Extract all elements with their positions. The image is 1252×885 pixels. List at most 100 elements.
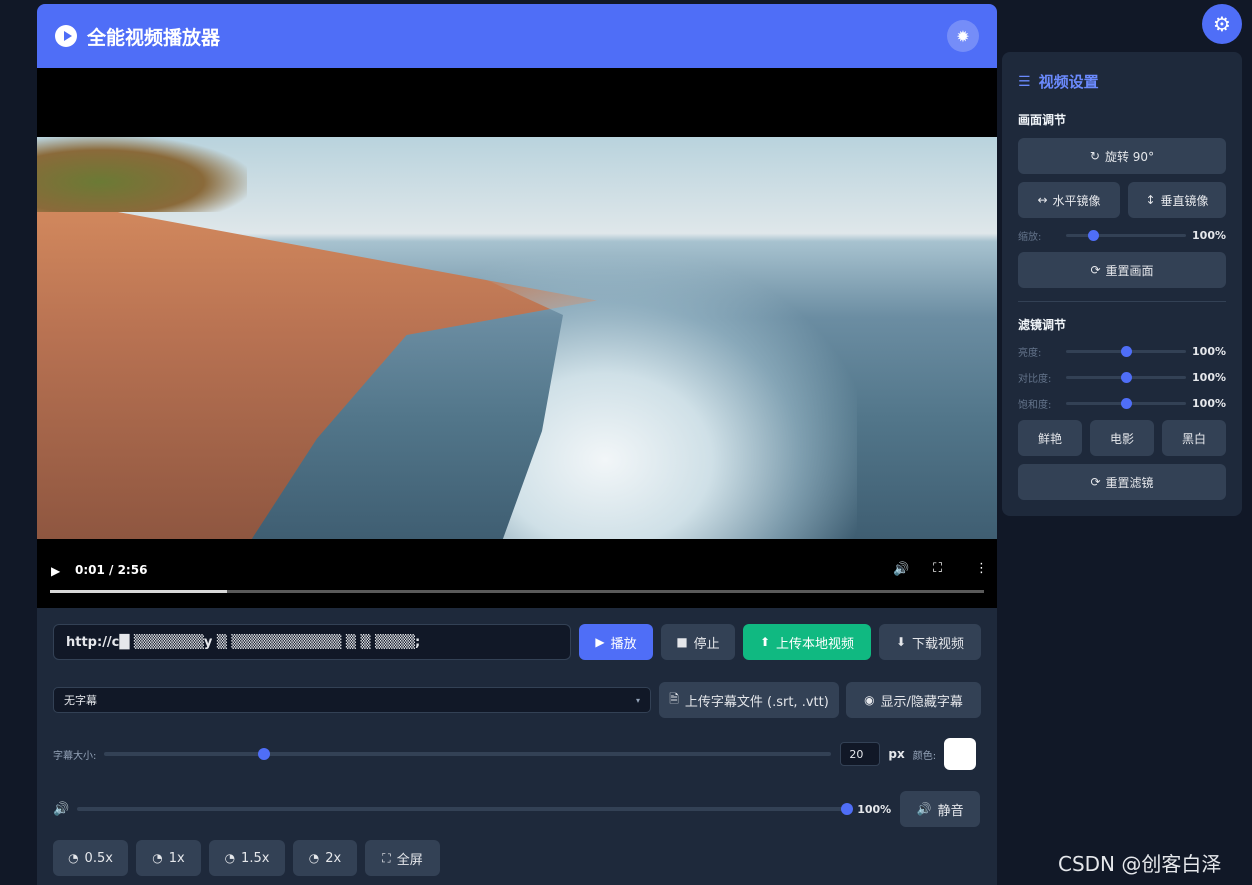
speed-0-5x-button[interactable]: ◔ 0.5x bbox=[53, 840, 128, 876]
stop-button[interactable]: ■ 停止 bbox=[661, 624, 735, 660]
arrows-horizontal-icon: ↔ bbox=[1037, 193, 1048, 207]
video-scene-trees bbox=[37, 137, 247, 212]
speed-1-5x-button[interactable]: ◔ 1.5x bbox=[209, 840, 285, 876]
subtitle-size-thumb[interactable] bbox=[258, 748, 271, 760]
flip-vertical-button[interactable]: ↕ 垂直镜像 bbox=[1128, 182, 1226, 218]
url-input[interactable]: http://c█ ▒▒▒▒▒▒▒y ▒ ▒▒▒▒▒▒▒▒▒▒▒ ▒ ▒ ▒▒▒… bbox=[53, 624, 571, 660]
rotate-icon: ↻ bbox=[1089, 149, 1100, 163]
refresh-icon: ⟳ bbox=[1090, 263, 1101, 277]
panel-title: ☰ 视频设置 bbox=[1018, 73, 1099, 91]
video-more-icon[interactable]: ⋮ bbox=[975, 561, 988, 576]
contrast-label: 对比度: bbox=[1018, 373, 1052, 385]
subtitle-select[interactable]: 无字幕 ▾ bbox=[53, 687, 651, 713]
subtitle-size-input[interactable]: 20 bbox=[840, 742, 881, 766]
preset-vivid-button[interactable]: 鲜艳 bbox=[1018, 420, 1082, 456]
contrast-row: 对比度: 100% bbox=[1018, 370, 1226, 385]
zoom-label: 缩放: bbox=[1018, 231, 1042, 243]
subtitle-size-row: 字幕大小: 20 px 颜色: bbox=[53, 738, 981, 770]
video-fullscreen-icon[interactable]: ⛶ bbox=[933, 561, 942, 576]
saturation-value: 100% bbox=[1192, 396, 1226, 410]
eye-slash-icon: ◉ bbox=[864, 693, 875, 707]
zoom-row: 缩放: 100% bbox=[1018, 228, 1226, 243]
settings-toggle-button[interactable]: ⚙ bbox=[1202, 4, 1242, 44]
file-upload-icon: 🗎 bbox=[669, 691, 679, 706]
subtitle-color-label: 颜色: bbox=[912, 750, 937, 762]
player-card: 全能视频播放器 ✹ ▶ 0:01 / 2:56 🔊 ⛶ ⋮ http://c█ … bbox=[37, 4, 997, 885]
filter-section-title: 滤镜调节 bbox=[1018, 318, 1067, 332]
contrast-slider[interactable] bbox=[1066, 371, 1186, 383]
video-time: 0:01 / 2:56 bbox=[75, 563, 148, 577]
toggle-subtitle-button[interactable]: ◉ 显示/隐藏字幕 bbox=[846, 682, 981, 718]
volume-thumb[interactable] bbox=[841, 803, 854, 815]
brightness-row: 亮度: 100% bbox=[1018, 344, 1226, 359]
app-title: 全能视频播放器 bbox=[87, 26, 221, 49]
theme-toggle-button[interactable]: ✹ bbox=[947, 20, 979, 52]
gauge-icon: ◔ bbox=[68, 851, 79, 865]
video-progress-bar[interactable] bbox=[50, 590, 984, 593]
url-row: http://c█ ▒▒▒▒▒▒▒y ▒ ▒▒▒▒▒▒▒▒▒▒▒ ▒ ▒ ▒▒▒… bbox=[53, 624, 981, 660]
reset-picture-button[interactable]: ⟳ 重置画面 bbox=[1018, 252, 1226, 288]
brightness-label: 亮度: bbox=[1018, 347, 1042, 359]
watermark: CSDN @创客白泽 bbox=[1058, 852, 1222, 876]
contrast-thumb[interactable] bbox=[1120, 371, 1132, 383]
zoom-thumb[interactable] bbox=[1088, 229, 1100, 241]
subtitle-color-picker[interactable] bbox=[944, 738, 977, 770]
brightness-thumb[interactable] bbox=[1120, 345, 1132, 357]
download-video-button[interactable]: ⬇ 下载视频 bbox=[879, 624, 981, 660]
play-circle-icon bbox=[55, 25, 77, 47]
gauge-icon: ◔ bbox=[224, 851, 236, 865]
video-volume-icon[interactable]: 🔊 bbox=[893, 562, 909, 577]
saturation-thumb[interactable] bbox=[1120, 397, 1132, 409]
header: 全能视频播放器 ✹ bbox=[37, 4, 997, 68]
video-play-icon[interactable]: ▶ bbox=[51, 564, 60, 578]
upload-subtitle-button[interactable]: 🗎 上传字幕文件 (.srt, .vtt) bbox=[659, 682, 839, 718]
arrows-vertical-icon: ↕ bbox=[1145, 193, 1156, 207]
zoom-slider[interactable] bbox=[1066, 229, 1186, 241]
sliders-icon: ☰ bbox=[1018, 73, 1031, 90]
chevron-down-icon: ▾ bbox=[635, 695, 640, 705]
stop-icon: ■ bbox=[676, 635, 688, 649]
play-button[interactable]: ▶ 播放 bbox=[579, 624, 653, 660]
contrast-value: 100% bbox=[1192, 370, 1226, 384]
zoom-value: 100% bbox=[1192, 228, 1226, 242]
refresh-icon: ⟳ bbox=[1090, 475, 1101, 489]
subtitle-size-label: 字幕大小: bbox=[53, 750, 97, 762]
gauge-icon: ◔ bbox=[152, 851, 163, 865]
subtitle-row: 无字幕 ▾ 🗎 上传字幕文件 (.srt, .vtt) ◉ 显示/隐藏字幕 bbox=[53, 682, 981, 718]
panel-divider bbox=[1018, 301, 1226, 302]
volume-icon: 🔊 bbox=[916, 802, 932, 816]
video-frame bbox=[37, 137, 997, 539]
brightness-slider[interactable] bbox=[1066, 345, 1186, 357]
video-progress-fill bbox=[50, 590, 228, 593]
speed-1x-button[interactable]: ◔ 1x bbox=[136, 840, 201, 876]
settings-panel: ☰ 视频设置 画面调节 ↻ 旋转 90° ↔ 水平镜像 ↕ 垂直镜像 缩放: 100%… bbox=[1002, 52, 1242, 516]
speed-2x-button[interactable]: ◔ 2x bbox=[293, 840, 357, 876]
saturation-slider[interactable] bbox=[1066, 397, 1186, 409]
volume-slider[interactable] bbox=[77, 803, 854, 815]
preset-cinema-button[interactable]: 电影 bbox=[1090, 420, 1154, 456]
rotate-button[interactable]: ↻ 旋转 90° bbox=[1018, 138, 1226, 174]
gauge-icon: ◔ bbox=[308, 851, 320, 865]
play-icon: ▶ bbox=[595, 635, 605, 649]
download-icon: ⬇ bbox=[895, 635, 907, 649]
speed-row: ◔ 0.5x ◔ 1x ◔ 1.5x ◔ 2x ⛶ 全屏 bbox=[53, 840, 440, 876]
brightness-value: 100% bbox=[1192, 344, 1226, 358]
upload-icon: ⬆ bbox=[759, 635, 771, 649]
upload-local-video-button[interactable]: ⬆ 上传本地视频 bbox=[743, 624, 871, 660]
reset-filter-button[interactable]: ⟳ 重置滤镜 bbox=[1018, 464, 1226, 500]
saturation-row: 饱和度: 100% bbox=[1018, 396, 1226, 411]
volume-row: 🔊 100% 🔊 静音 bbox=[53, 791, 981, 827]
fullscreen-button[interactable]: ⛶ 全屏 bbox=[365, 840, 440, 876]
preset-grayscale-button[interactable]: 黑白 bbox=[1162, 420, 1226, 456]
volume-value: 100% bbox=[857, 802, 892, 816]
saturation-label: 饱和度: bbox=[1018, 399, 1052, 411]
flip-horizontal-button[interactable]: ↔ 水平镜像 bbox=[1018, 182, 1120, 218]
gear-icon: ⚙ bbox=[1213, 12, 1231, 36]
gear-icon: ✹ bbox=[956, 26, 970, 46]
video-player[interactable]: ▶ 0:01 / 2:56 🔊 ⛶ ⋮ bbox=[37, 68, 997, 608]
subtitle-size-slider[interactable] bbox=[104, 748, 832, 760]
video-scene-beach bbox=[37, 197, 597, 539]
mute-button[interactable]: 🔊 静音 bbox=[900, 791, 981, 827]
video-controls: ▶ 0:01 / 2:56 🔊 ⛶ ⋮ bbox=[37, 539, 997, 608]
subtitle-size-unit: px bbox=[888, 747, 905, 761]
